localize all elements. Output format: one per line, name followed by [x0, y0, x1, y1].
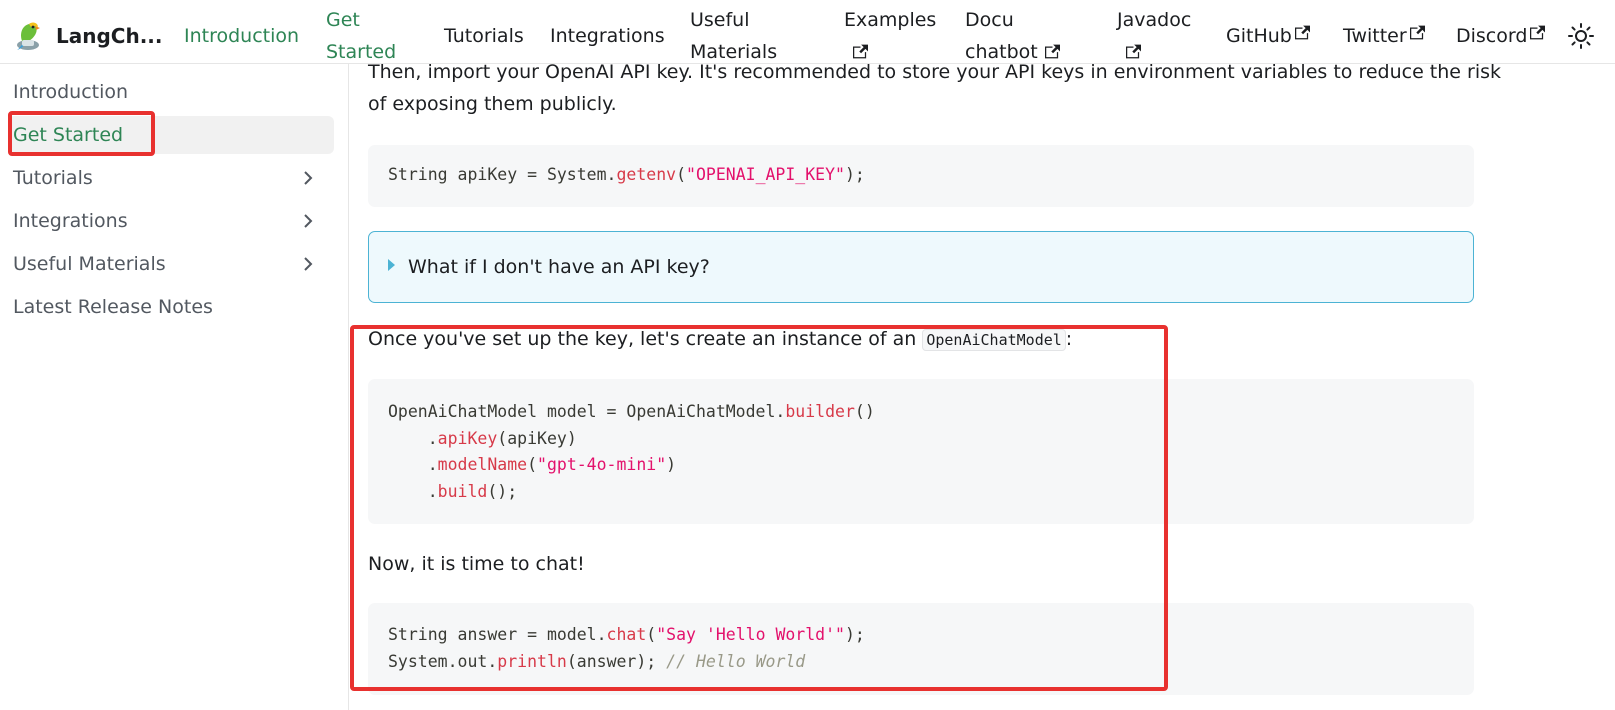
- code-token: );: [844, 625, 865, 644]
- code-line: .modelName("gpt-4o-mini"): [388, 452, 1474, 479]
- code-token: System.out.: [388, 651, 498, 671]
- sidebar-item-label: Useful Materials: [13, 253, 166, 275]
- nav-docu-chatbot-line1[interactable]: Docu: [965, 5, 1014, 36]
- code-block-chat: String answer = model.chat("Say 'Hello W…: [368, 603, 1474, 695]
- code-token: (): [854, 402, 875, 421]
- code-token: (apiKey): [497, 428, 577, 448]
- code-line: String apiKey = System.getenv("OPENAI_AP…: [388, 162, 1474, 189]
- model-paragraph-text: Once you've set up the key, let's create…: [368, 328, 923, 350]
- chevron-right-icon[interactable]: [300, 256, 316, 272]
- sidebar-item-label: Tutorials: [13, 167, 93, 189]
- code-token: (answer);: [566, 651, 667, 671]
- nav-useful-materials-line1[interactable]: Useful: [690, 5, 750, 36]
- code-token: (: [646, 625, 657, 644]
- inline-code: OpenAiChatModel: [922, 329, 1066, 351]
- code-line: System.out.println(answer); // Hello Wor…: [388, 649, 1474, 676]
- code-line: .apiKey(apiKey): [388, 426, 1474, 453]
- sidebar-item-introduction[interactable]: Introduction: [8, 73, 334, 111]
- sidebar-item-tutorials[interactable]: Tutorials: [8, 159, 334, 197]
- code-token: "OPENAI_API_KEY": [686, 165, 845, 184]
- code-block-model-builder: OpenAiChatModel model = OpenAiChatModel.…: [368, 379, 1474, 524]
- docs-sidebar: Introduction Get Started Tutorials Integ…: [0, 64, 349, 710]
- code-token: .: [388, 455, 438, 474]
- nav-twitter-label: Twitter: [1343, 25, 1407, 47]
- langchain-parrot-logo-icon[interactable]: [11, 18, 45, 52]
- code-line: .build();: [388, 479, 1474, 506]
- code-token: OpenAiChatModel model = OpenAiChatModel.: [388, 402, 786, 421]
- nav-integrations[interactable]: Integrations: [550, 21, 665, 52]
- code-token: modelName: [437, 455, 528, 474]
- code-line: String answer = model.chat("Say 'Hello W…: [388, 622, 1474, 649]
- sidebar-item-label: Introduction: [13, 81, 129, 103]
- model-paragraph: Once you've set up the key, let's create…: [368, 323, 1072, 356]
- code-block-api-key: String apiKey = System.getenv("OPENAI_AP…: [368, 145, 1474, 207]
- code-token: .: [388, 481, 438, 501]
- nav-get-started-line1[interactable]: Get: [326, 5, 360, 36]
- nav-discord-label: Discord: [1456, 25, 1528, 47]
- model-paragraph-text: :: [1065, 328, 1073, 350]
- code-token: apiKey: [437, 428, 498, 448]
- code-token: ();: [487, 481, 518, 501]
- code-token: "Say 'Hello World'": [656, 625, 845, 644]
- sun-icon[interactable]: [1567, 22, 1595, 50]
- code-token: .: [388, 428, 438, 448]
- intro-paragraph-line2: of exposing them publicly.: [368, 93, 617, 115]
- code-token: "gpt-4o-mini": [537, 455, 667, 474]
- nav-tutorials[interactable]: Tutorials: [444, 21, 524, 52]
- nav-twitter[interactable]: Twitter: [1343, 21, 1425, 52]
- sidebar-item-useful-materials[interactable]: Useful Materials: [8, 245, 334, 283]
- external-link-icon: [1530, 25, 1546, 40]
- sidebar-item-label: Integrations: [13, 210, 128, 232]
- api-key-details-toggle[interactable]: What if I don't have an API key?: [368, 231, 1474, 303]
- sidebar-item-latest-release-notes[interactable]: Latest Release Notes: [8, 288, 334, 326]
- sidebar-item-label: Get Started: [13, 124, 124, 146]
- code-token: (: [527, 455, 538, 474]
- caret-right-icon: [388, 259, 395, 271]
- nav-examples[interactable]: Examples: [844, 5, 936, 36]
- chat-paragraph: Now, it is time to chat!: [368, 553, 585, 575]
- code-token: builder: [785, 402, 855, 421]
- details-summary: What if I don't have an API key?: [408, 256, 710, 278]
- nav-github-label: GitHub: [1226, 25, 1292, 47]
- nav-introduction[interactable]: Introduction: [184, 21, 299, 52]
- code-token: ): [666, 455, 677, 474]
- code-token: println: [497, 651, 567, 671]
- code-token: (: [676, 165, 687, 184]
- brand-title[interactable]: LangCh...: [56, 21, 163, 52]
- top-navbar: LangCh... Introduction Get Started Tutor…: [0, 0, 1615, 64]
- code-line: OpenAiChatModel model = OpenAiChatModel.…: [388, 399, 1474, 426]
- nav-discord[interactable]: Discord: [1456, 21, 1546, 52]
- sidebar-item-get-started[interactable]: Get Started: [8, 116, 334, 154]
- sidebar-item-label: Latest Release Notes: [13, 296, 213, 318]
- chevron-right-icon[interactable]: [300, 170, 316, 186]
- code-comment: // Hello World: [666, 651, 806, 671]
- external-link-icon: [1294, 25, 1310, 40]
- chevron-right-icon[interactable]: [300, 213, 316, 229]
- code-token: getenv: [616, 165, 677, 184]
- code-token: );: [844, 165, 865, 184]
- sidebar-item-integrations[interactable]: Integrations: [8, 202, 334, 240]
- intro-paragraph-line1: Then, import your OpenAI API key. It's r…: [368, 61, 1502, 83]
- code-token: build: [437, 481, 488, 501]
- code-token: chat: [606, 625, 647, 644]
- nav-javadoc[interactable]: Javadoc: [1117, 5, 1191, 36]
- nav-github[interactable]: GitHub: [1226, 21, 1310, 52]
- external-link-icon: [1409, 25, 1425, 40]
- code-token: String answer = model.: [388, 625, 607, 644]
- code-token: String apiKey = System.: [388, 165, 617, 184]
